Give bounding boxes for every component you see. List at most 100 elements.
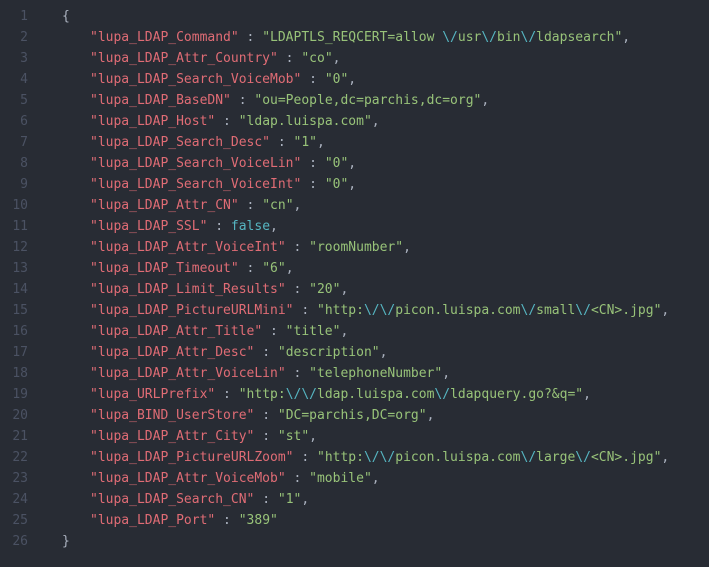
json-string: cn: [270, 198, 286, 213]
colon: :: [239, 30, 262, 45]
json-string: ": [262, 261, 270, 276]
line-number: 20: [0, 405, 28, 426]
json-key: "lupa_LDAP_Limit_Results": [90, 282, 286, 297]
json-key: "lupa_LDAP_Attr_Country": [90, 51, 278, 66]
line-number: 24: [0, 489, 28, 510]
code-editor[interactable]: 1234567891011121314151617181920212223242…: [0, 0, 709, 567]
json-escape: \/: [521, 450, 537, 465]
json-string: ": [419, 408, 427, 423]
line-number: 17: [0, 342, 28, 363]
json-string: http:: [325, 450, 364, 465]
json-string: title: [294, 324, 333, 339]
json-string: <CN>.jpg: [591, 303, 654, 318]
json-escape: \/: [442, 30, 458, 45]
line-number: 13: [0, 258, 28, 279]
json-string: ": [317, 450, 325, 465]
json-string: <CN>.jpg: [591, 450, 654, 465]
colon: :: [215, 387, 238, 402]
json-string: ": [325, 51, 333, 66]
line-number: 6: [0, 111, 28, 132]
line-number: 14: [0, 279, 28, 300]
line-number: 25: [0, 510, 28, 531]
json-key: "lupa_LDAP_Attr_CN": [90, 198, 239, 213]
comma: ,: [270, 219, 278, 234]
code-line: "lupa_LDAP_Attr_City" : "st",: [48, 426, 709, 447]
line-number: 3: [0, 48, 28, 69]
json-key: "lupa_BIND_UserStore": [90, 408, 254, 423]
json-string: ": [278, 345, 286, 360]
json-string: ": [395, 240, 403, 255]
json-string: ": [286, 324, 294, 339]
json-string: ": [262, 30, 270, 45]
colon: :: [286, 282, 309, 297]
json-key: "lupa_LDAP_Command": [90, 30, 239, 45]
json-key: "lupa_LDAP_PictureURLMini": [90, 303, 294, 318]
json-string: ldap.luispa.com: [247, 114, 364, 129]
json-escape: \/: [364, 303, 380, 318]
json-bool: false: [231, 219, 270, 234]
colon: :: [254, 429, 277, 444]
line-number: 19: [0, 384, 28, 405]
line-number: 16: [0, 321, 28, 342]
code-line: "lupa_LDAP_PictureURLMini" : "http:\/\/p…: [48, 300, 709, 321]
line-number: 12: [0, 237, 28, 258]
json-string: LDAPTLS_REQCERT=allow: [270, 30, 442, 45]
json-string: ": [286, 198, 294, 213]
json-string: ldapsearch: [536, 30, 614, 45]
line-number: 4: [0, 69, 28, 90]
json-string: ": [309, 240, 317, 255]
colon: :: [286, 471, 309, 486]
colon: :: [301, 72, 324, 87]
code-line: "lupa_LDAP_Command" : "LDAPTLS_REQCERT=a…: [48, 27, 709, 48]
line-number: 1: [0, 6, 28, 27]
comma: ,: [403, 240, 411, 255]
code-line: "lupa_LDAP_Host" : "ldap.luispa.com",: [48, 111, 709, 132]
json-string: ldap.luispa.com: [317, 387, 434, 402]
json-string: DC=parchis,DC=org: [286, 408, 419, 423]
colon: :: [278, 51, 301, 66]
json-string: ": [364, 114, 372, 129]
json-key: "lupa_LDAP_Attr_VoiceMob": [90, 471, 286, 486]
json-string: small: [536, 303, 575, 318]
json-string: mobile: [317, 471, 364, 486]
comma: ,: [427, 408, 435, 423]
json-string: ": [239, 114, 247, 129]
comma: ,: [583, 387, 591, 402]
json-key: "lupa_LDAP_PictureURLZoom": [90, 450, 294, 465]
json-string: co: [309, 51, 325, 66]
json-key: "lupa_LDAP_Search_VoiceLin": [90, 156, 301, 171]
colon: :: [231, 93, 254, 108]
json-escape: \/: [286, 387, 302, 402]
json-key: "lupa_LDAP_Search_Desc": [90, 135, 270, 150]
colon: :: [254, 492, 277, 507]
code-area[interactable]: {"lupa_LDAP_Command" : "LDAPTLS_REQCERT=…: [38, 0, 709, 567]
code-line: "lupa_LDAP_Search_VoiceLin" : "0",: [48, 153, 709, 174]
json-escape: \/: [380, 450, 396, 465]
line-number: 11: [0, 216, 28, 237]
json-string: ": [317, 303, 325, 318]
code-line: "lupa_LDAP_Attr_Desc" : "description",: [48, 342, 709, 363]
comma: ,: [340, 324, 348, 339]
json-string: 20: [317, 282, 333, 297]
json-escape: \/: [380, 303, 396, 318]
colon: :: [262, 324, 285, 339]
json-key: "lupa_LDAP_Timeout": [90, 261, 239, 276]
json-string: ": [278, 408, 286, 423]
json-key: "lupa_LDAP_Host": [90, 114, 215, 129]
code-line: "lupa_LDAP_BaseDN" : "ou=People,dc=parch…: [48, 90, 709, 111]
json-string: ": [325, 156, 333, 171]
code-line: }: [48, 531, 709, 552]
json-string: http:: [247, 387, 286, 402]
comma: ,: [309, 429, 317, 444]
colon: :: [294, 450, 317, 465]
json-key: "lupa_URLPrefix": [90, 387, 215, 402]
colon: :: [286, 240, 309, 255]
json-string: ": [278, 492, 286, 507]
line-number: 23: [0, 468, 28, 489]
code-line: "lupa_BIND_UserStore" : "DC=parchis,DC=o…: [48, 405, 709, 426]
json-key: "lupa_LDAP_Attr_Desc": [90, 345, 254, 360]
json-string: ": [301, 51, 309, 66]
comma: ,: [301, 492, 309, 507]
json-string: telephoneNumber: [317, 366, 434, 381]
json-escape: \/: [575, 303, 591, 318]
